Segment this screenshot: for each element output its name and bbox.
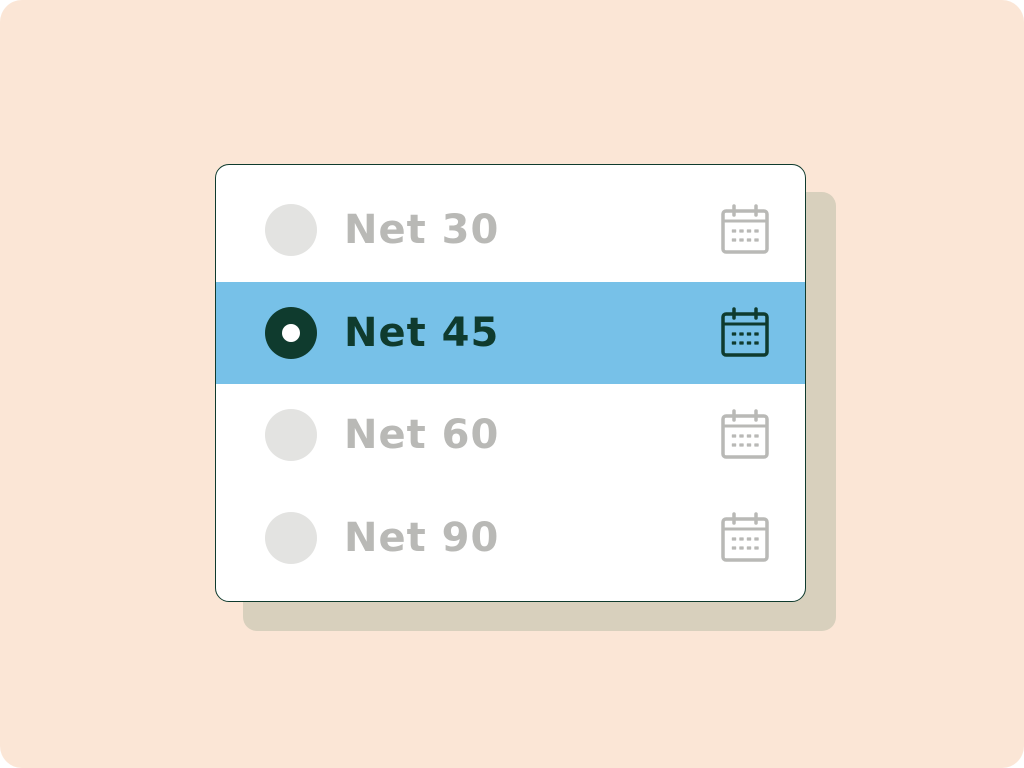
radio-dot (282, 324, 300, 342)
calendar-icon (721, 512, 769, 562)
option-label: Net 90 (344, 515, 500, 561)
option-net-30[interactable]: Net 30 (216, 179, 805, 281)
radio-button[interactable] (265, 409, 317, 461)
radio-button[interactable] (265, 307, 317, 359)
option-net-90[interactable]: Net 90 (216, 487, 805, 589)
option-net-45[interactable]: Net 45 (216, 282, 805, 384)
option-label: Net 60 (344, 412, 500, 458)
calendar-icon (721, 204, 769, 254)
option-label: Net 45 (344, 310, 500, 356)
option-label: Net 30 (344, 207, 500, 253)
radio-button[interactable] (265, 204, 317, 256)
radio-button[interactable] (265, 512, 317, 564)
calendar-icon (721, 307, 769, 357)
payment-terms-card: Net 30 Net 45 Net 60 Net 90 (215, 164, 806, 602)
option-net-60[interactable]: Net 60 (216, 384, 805, 486)
calendar-icon (721, 409, 769, 459)
